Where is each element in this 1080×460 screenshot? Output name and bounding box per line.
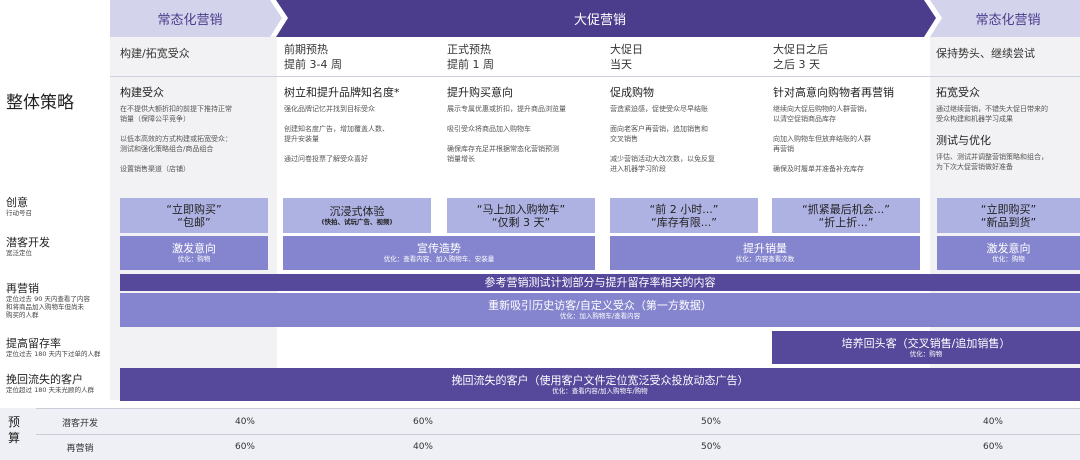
creative-text: “抓紧最后机会...” “折上折...” (802, 202, 890, 229)
creative-box: “立即购买” “新品到货” (937, 198, 1080, 233)
row-label-sub: 宽泛定位 (6, 249, 32, 257)
prospecting-title: 激发意向 (986, 242, 1031, 255)
budget-row-name: 再营销 (66, 443, 94, 454)
prospecting-box: 提升销量 优化：内容查看次数 (610, 236, 920, 270)
row-label-main: 创意 (6, 196, 28, 209)
creative-box: “马上加入购物车” “仅剩 3 天” (447, 198, 595, 233)
strategy-body: 营造紧迫感，促使受众尽早结账 面向老客户再营销，追加销售和 交叉销售 减少营销活… (610, 105, 715, 173)
row-label-sub: 定位过去 90 天内查看了内容 和将商品加入购物车但尚未 购买的人群 (6, 295, 90, 319)
retention-sub: 优化：购物 (909, 349, 943, 358)
budget-value: 60% (412, 417, 433, 427)
budget-value: 50% (700, 417, 721, 427)
row-label-main: 再营销 (6, 282, 39, 295)
subhead-promo-day: 大促日 当天 (610, 43, 643, 71)
strategy-title: 拓宽受众 (936, 86, 980, 99)
strategy-title: 提升购买意向 (447, 86, 513, 99)
overall-strategy-label: 整体策略 (6, 93, 74, 113)
divider (110, 76, 1080, 77)
prospecting-title: 激发意向 (172, 242, 216, 255)
prospecting-sub: 优化：购物 (992, 255, 1025, 263)
creative-box: “立即购买” “包邮” (120, 198, 268, 233)
strategy-title: 促成购物 (610, 86, 654, 99)
prospecting-sub: 优化：查看内容、加入购物车、安装量 (383, 255, 495, 263)
row-label-winback: 挽回流失的客户 定位超过 180 天未光顾的人群 (6, 373, 114, 394)
phase-promo: 大促营销 (573, 13, 626, 28)
budget-value: 60% (234, 442, 255, 452)
retention-bar: 培养回头客（交叉销售/追加销售） 优化：购物 (772, 331, 1080, 364)
remarketing-top-text: 参考营销测试计划部分与提升留存率相关的内容 (484, 276, 716, 289)
prospecting-title: 宣传造势 (417, 242, 461, 255)
phase-normal-right: 常态化营销 (975, 13, 1041, 28)
remarketing-top-bar: 参考营销测试计划部分与提升留存率相关的内容 (120, 274, 1080, 291)
row-label-main: 提高留存率 (6, 337, 61, 350)
winback-sub: 优化：查看内容/加入购物车/购物 (552, 386, 648, 395)
strategy-title: 构建受众 (120, 86, 164, 99)
strategy-intent: 提升购买意向 展示专属优惠或折扣，提升商品浏览量 吸引受众将商品加入购物车 确保… (447, 84, 605, 164)
row-label-sub: 行动号召 (6, 209, 32, 217)
winback-title: 挽回流失的客户（使用客户文件定位宽泛受众投放动态广告） (451, 373, 749, 387)
row-label-creative: 创意 行动号召 (6, 196, 114, 217)
budget-label: 预 算 (8, 415, 21, 445)
remarketing-main-sub: 优化：加入购物车/查看内容 (559, 312, 641, 320)
prospecting-sub: 优化：内容查看次数 (735, 255, 795, 263)
subhead-build: 构建/拓宽受众 (120, 47, 190, 60)
strategy-broaden: 拓宽受众 通过继续营销，不错失大促日带来的 受众构建和机器学习成果 测试与优化 … (936, 84, 1078, 172)
creative-text: “立即购买” “新品到货” (980, 202, 1037, 229)
prospecting-box: 激发意向 优化：购物 (937, 236, 1080, 270)
creative-text: “前 2 小时...” “库存有限...” (649, 202, 719, 229)
creative-sub: (快拍、试玩广告、视频) (321, 217, 393, 226)
subhead-after: 大促日之后 之后 3 天 (773, 43, 828, 71)
strategy-body: 通过继续营销，不错失大促日带来的 受众构建和机器学习成果 (936, 105, 1048, 123)
subhead-warmup-early: 前期预热 提前 3-4 周 (284, 43, 342, 71)
row-label-sub: 定位超过 180 天未光顾的人群 (6, 386, 95, 394)
budget-value: 40% (982, 417, 1003, 427)
budget-value: 40% (412, 442, 433, 452)
strategy-convert: 促成购物 营造紧迫感，促使受众尽早结账 面向老客户再营销，追加销售和 交叉销售 … (610, 84, 765, 174)
strategy-retarget: 针对高意向购物者再营销 继续向大促后购物的人群营销， 以清空促销商品库存 向加入… (773, 84, 928, 174)
budget-divider (36, 408, 1080, 409)
row-label-prospecting: 潜客开发 宽泛定位 (6, 236, 114, 257)
strategy-build: 构建受众 在不提供大额折扣的前提下推持正常 销量（保障公平竞争） 以低本高效的方… (120, 84, 272, 174)
budget-value: 50% (700, 442, 721, 452)
remarketing-main-title: 重新吸引历史访客/自定义受众（第一方数据） (488, 299, 712, 312)
creative-text: “立即购买” “包邮” (166, 202, 222, 229)
creative-box: 沉浸式体验 (快拍、试玩广告、视频) (283, 198, 431, 233)
strategy-title: 测试与优化 (936, 134, 991, 147)
prospecting-box: 宣传造势 优化：查看内容、加入购物车、安装量 (283, 236, 595, 270)
creative-box: “前 2 小时...” “库存有限...” (610, 198, 758, 233)
subhead-keep: 保持势头、继续尝试 (936, 47, 1035, 60)
budget-row-name: 潜客开发 (61, 418, 98, 429)
strategy-body: 展示专属优惠或折扣，提升商品浏览量 吸引受众将商品加入购物车 确保库存充足并根据… (447, 105, 566, 163)
strategy-brand: 树立和提升品牌知名度* 强化品牌记忆并找到目标受众 创建知名度广告，增加覆盖人数… (284, 84, 439, 164)
row-label-retention: 提高留存率 定位过去 180 天内下过单的人群 (6, 337, 114, 358)
winback-bar: 挽回流失的客户（使用客户文件定位宽泛受众投放动态广告） 优化：查看内容/加入购物… (120, 368, 1080, 401)
row-label-main: 潜客开发 (6, 236, 50, 249)
prospecting-title: 提升销量 (743, 242, 787, 255)
phase-normal-left: 常态化营销 (157, 13, 223, 28)
budget-value: 60% (982, 442, 1003, 452)
row-label-sub: 定位过去 180 天内下过单的人群 (6, 350, 101, 358)
strategy-body: 强化品牌记忆并找到目标受众 创建知名度广告，增加覆盖人数、 提升安装量 通过问卷… (284, 105, 389, 163)
strategy-body: 在不提供大额折扣的前提下推持正常 销量（保障公平竞争） 以低本高效的方式构建或拓… (120, 105, 232, 173)
subhead-warmup: 正式预热 提前 1 周 (447, 43, 494, 71)
strategy-title: 针对高意向购物者再营销 (773, 86, 894, 99)
prospecting-box: 激发意向 优化：购物 (120, 236, 268, 270)
row-label-remarketing: 再营销 定位过去 90 天内查看了内容 和将商品加入购物车但尚未 购买的人群 (6, 282, 114, 319)
strategy-title: 树立和提升品牌知名度* (284, 86, 400, 99)
prospecting-sub: 优化：购物 (177, 255, 211, 263)
budget-value: 40% (234, 417, 255, 427)
row-label-main: 挽回流失的客户 (6, 373, 83, 386)
creative-text: “马上加入购物车” “仅剩 3 天” (476, 202, 566, 229)
strategy-body: 评估、测试并调整营销策略和组合， 为下次大促营销做好准备 (936, 153, 1048, 171)
strategy-body: 继续向大促后购物的人群营销， 以清空促销商品库存 向加入购物车但放弃结账的人群 … (773, 105, 871, 173)
creative-box: “抓紧最后机会...” “折上折...” (772, 198, 920, 233)
budget-divider (36, 434, 1080, 435)
retention-title: 培养回头客（交叉销售/追加销售） (841, 336, 1011, 350)
creative-text: 沉浸式体验 (329, 204, 385, 218)
remarketing-main-bar: 重新吸引历史访客/自定义受众（第一方数据） 优化：加入购物车/查看内容 (120, 293, 1080, 327)
